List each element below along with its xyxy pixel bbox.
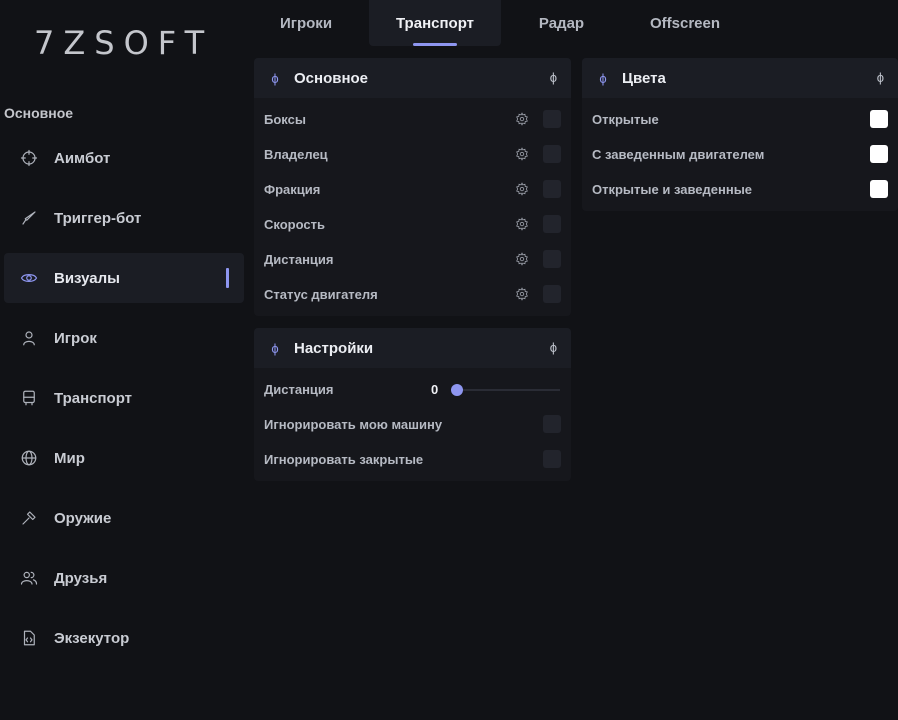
sidebar-item-weapons[interactable]: Оружие xyxy=(4,493,244,543)
option-row: Игнорировать мою машину xyxy=(254,407,571,442)
option-row: Игнорировать закрытые xyxy=(254,442,571,477)
sidebar-item-label: Транспорт xyxy=(54,389,133,407)
slider-track[interactable] xyxy=(456,389,560,391)
panel-header: ϕ Цвета ϕ xyxy=(582,58,898,98)
slider-handle[interactable] xyxy=(451,384,463,396)
user-icon xyxy=(20,329,38,347)
panel-title: Цвета xyxy=(622,69,666,87)
checkbox[interactable] xyxy=(543,450,561,468)
sidebar-section-title: Основное xyxy=(4,105,74,121)
color-row: Открытые xyxy=(582,102,898,137)
option-row: Боксы xyxy=(254,102,571,137)
gear-icon[interactable] xyxy=(515,182,529,196)
sidebar-item-world[interactable]: Мир xyxy=(4,433,244,483)
app-logo: 7ZSOFT xyxy=(34,24,214,62)
sidebar-item-transport[interactable]: Транспорт xyxy=(4,373,244,423)
option-row: Скорость xyxy=(254,207,571,242)
checkbox[interactable] xyxy=(543,415,561,433)
panel-header: ϕ Настройки ϕ xyxy=(254,328,571,368)
panel-title: Настройки xyxy=(294,339,374,357)
knife-icon xyxy=(20,209,38,227)
option-label: Дистанция xyxy=(264,252,334,267)
sidebar-item-label: Игрок xyxy=(54,329,97,347)
collapse-icon[interactable]: ϕ xyxy=(550,70,557,85)
tab-players[interactable]: Игроки xyxy=(246,0,366,46)
sidebar-item-label: Аимбот xyxy=(54,149,111,167)
sidebar-item-player[interactable]: Игрок xyxy=(4,313,244,363)
sidebar-item-aimbot[interactable]: Аимбот xyxy=(4,133,244,183)
option-row: Статус двигателя xyxy=(254,277,571,312)
bus-icon xyxy=(20,389,38,407)
sidebar-item-label: Оружие xyxy=(54,509,112,527)
collapse-icon[interactable]: ϕ xyxy=(877,70,884,85)
sidebar-item-label: Визуалы xyxy=(54,269,120,287)
panel-title: Основное xyxy=(294,69,369,87)
option-label: Открытые xyxy=(592,112,659,127)
color-swatch[interactable] xyxy=(870,145,888,163)
sidebar-item-friends[interactable]: Друзья xyxy=(4,553,244,603)
option-label: Дистанция xyxy=(264,382,334,397)
phi-icon: ϕ xyxy=(271,340,279,356)
gear-icon[interactable] xyxy=(515,252,529,266)
tab-transport[interactable]: Транспорт xyxy=(369,0,501,46)
tab-offscreen[interactable]: Offscreen xyxy=(622,0,748,46)
checkbox[interactable] xyxy=(543,110,561,128)
color-row: С заведенным двигателем xyxy=(582,137,898,172)
gear-icon[interactable] xyxy=(515,112,529,126)
panel-colors: ϕ Цвета ϕ Открытые С заведенным двигател… xyxy=(582,58,898,211)
users-icon xyxy=(20,569,38,587)
checkbox[interactable] xyxy=(543,250,561,268)
checkbox[interactable] xyxy=(543,180,561,198)
collapse-icon[interactable]: ϕ xyxy=(550,340,557,355)
tab-bar: Игроки Транспорт Радар Offscreen xyxy=(246,0,748,46)
sidebar-item-label: Друзья xyxy=(54,569,108,587)
checkbox[interactable] xyxy=(543,145,561,163)
sidebar-item-label: Экзекутор xyxy=(54,629,130,647)
slider-row: Дистанция 0 xyxy=(254,372,571,407)
gear-icon[interactable] xyxy=(515,147,529,161)
panel-settings: ϕ Настройки ϕ Дистанция 0 Игнорировать м… xyxy=(254,328,571,481)
phi-icon: ϕ xyxy=(599,70,607,86)
globe-icon xyxy=(20,449,38,467)
option-label: С заведенным двигателем xyxy=(592,147,765,162)
option-label: Открытые и заведенные xyxy=(592,182,753,197)
sidebar-item-label: Мир xyxy=(54,449,85,467)
hammer-icon xyxy=(20,509,38,527)
option-label: Скорость xyxy=(264,217,325,232)
sidebar-item-visuals[interactable]: Визуалы xyxy=(4,253,244,303)
option-label: Игнорировать закрытые xyxy=(264,452,424,467)
color-swatch[interactable] xyxy=(870,110,888,128)
color-swatch[interactable] xyxy=(870,180,888,198)
option-row: Владелец xyxy=(254,137,571,172)
sidebar-item-triggerbot[interactable]: Триггер-бот xyxy=(4,193,244,243)
option-row: Фракция xyxy=(254,172,571,207)
gear-icon[interactable] xyxy=(515,287,529,301)
sidebar-item-label: Триггер-бот xyxy=(54,209,142,227)
checkbox[interactable] xyxy=(543,215,561,233)
tab-radar[interactable]: Радар xyxy=(504,0,619,46)
eye-icon xyxy=(20,269,38,287)
option-label: Статус двигателя xyxy=(264,287,378,302)
code-file-icon xyxy=(20,629,38,647)
gear-icon[interactable] xyxy=(515,217,529,231)
option-label: Фракция xyxy=(264,182,321,197)
phi-icon: ϕ xyxy=(271,70,279,86)
color-row: Открытые и заведенные xyxy=(582,172,898,207)
panel-main: ϕ Основное ϕ Боксы Владелец Фракция Скор… xyxy=(254,58,571,316)
option-label: Владелец xyxy=(264,147,328,162)
crosshair-icon xyxy=(20,149,38,167)
option-row: Дистанция xyxy=(254,242,571,277)
slider-value: 0 xyxy=(431,382,439,397)
panel-header: ϕ Основное ϕ xyxy=(254,58,571,98)
checkbox[interactable] xyxy=(543,285,561,303)
sidebar-item-executor[interactable]: Экзекутор xyxy=(4,613,244,663)
active-indicator xyxy=(226,268,229,288)
option-label: Боксы xyxy=(264,112,306,127)
option-label: Игнорировать мою машину xyxy=(264,417,443,432)
